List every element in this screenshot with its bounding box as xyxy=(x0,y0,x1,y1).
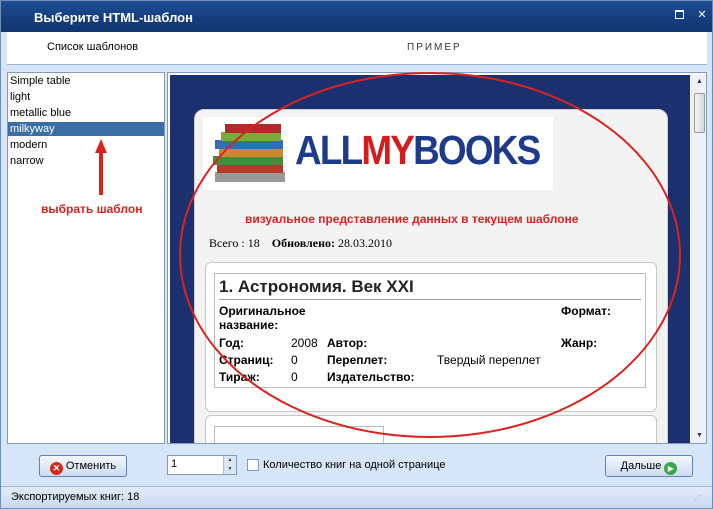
book-title: 1. Астрономия. Век XXI xyxy=(219,277,414,296)
pages-label: Страниц: xyxy=(219,353,274,367)
binding-label: Переплет: xyxy=(327,353,388,367)
genre-label: Жанр: xyxy=(561,336,598,350)
scroll-thumb[interactable] xyxy=(694,93,705,133)
spin-down-icon[interactable]: ▼ xyxy=(223,465,236,474)
maximize-icon xyxy=(674,10,684,19)
original-name-label: Оригинальное название: xyxy=(219,304,306,332)
cancel-icon: ✕ xyxy=(49,462,63,475)
resize-grip-icon[interactable]: ⋰ xyxy=(694,494,704,504)
template-dialog: Выберите HTML-шаблон ✕ Список шаблонов П… xyxy=(0,0,713,509)
total-label: Всего : xyxy=(209,236,245,250)
template-item-narrow[interactable]: narrow xyxy=(8,154,164,168)
scroll-down-icon[interactable]: ▼ xyxy=(692,429,706,443)
preview-card: ALLMYBOOKS визуальное представление данн… xyxy=(194,109,668,443)
updated-label: Обновлено: xyxy=(271,236,336,250)
template-item-simple-table[interactable]: Simple table xyxy=(8,74,164,88)
author-label: Автор: xyxy=(327,336,368,350)
binding-value: Твердый переплет xyxy=(437,353,541,367)
book-stats: Всего : 18 Обновлено: 28.03.2010 xyxy=(209,236,392,251)
status-bar: Экспортируемых книг: 18 ⋰ xyxy=(1,486,712,508)
pane-header: Список шаблонов ПРИМЕР xyxy=(7,32,707,65)
divider xyxy=(219,299,641,300)
allmybooks-logo: ALLMYBOOKS xyxy=(295,127,541,173)
total-value: 18 xyxy=(247,236,260,250)
publisher-label: Издательство: xyxy=(327,370,415,384)
preview-annotation: визуальное представление данных в текуще… xyxy=(245,212,579,226)
preview-scrollbar[interactable]: ▲ ▼ xyxy=(691,75,706,443)
logo-banner: ALLMYBOOKS xyxy=(203,117,553,190)
book-entry-card: 1. Астрономия. Век XXI Оригинальное назв… xyxy=(205,262,657,412)
book-entry: 1. Астрономия. Век XXI Оригинальное назв… xyxy=(214,273,646,388)
choose-template-annotation: выбрать шаблон xyxy=(41,202,143,216)
updated-value: 28.03.2010 xyxy=(338,236,393,250)
books-per-page-label: Количество книг на одной странице xyxy=(263,459,446,471)
close-button[interactable]: ✕ xyxy=(695,8,709,22)
title-bar: Выберите HTML-шаблон ✕ xyxy=(1,1,712,32)
year-label: Год: xyxy=(219,336,244,350)
books-per-page-input[interactable] xyxy=(171,458,221,470)
maximize-button[interactable] xyxy=(672,8,686,22)
template-item-modern[interactable]: modern xyxy=(8,138,164,152)
preview-page: ALLMYBOOKS визуальное представление данн… xyxy=(170,75,690,443)
template-list-title: Список шаблонов xyxy=(47,41,139,53)
scroll-up-icon[interactable]: ▲ xyxy=(692,75,706,89)
print-run-value: 0 xyxy=(291,370,298,384)
template-item-light[interactable]: light xyxy=(8,90,164,104)
format-label: Формат: xyxy=(561,304,612,318)
books-per-page-checkbox[interactable] xyxy=(247,459,259,471)
year-value: 2008 xyxy=(291,336,318,350)
template-preview: ALLMYBOOKS визуальное представление данн… xyxy=(167,72,707,444)
window-title: Выберите HTML-шаблон xyxy=(34,10,193,25)
arrow-up-icon xyxy=(95,139,107,195)
spin-up-icon[interactable]: ▲ xyxy=(223,456,236,465)
bottom-toolbar: ✕Отменить ▲ ▼ Количество книг на одной с… xyxy=(7,448,707,484)
cancel-button-label: Отменить xyxy=(65,460,117,472)
books-stack-icon xyxy=(213,124,285,182)
book-entry-card-next xyxy=(205,415,657,443)
preview-title: ПРИМЕР xyxy=(407,42,462,53)
template-item-milkyway[interactable]: milkyway xyxy=(8,122,164,136)
next-button-label: Дальше xyxy=(620,460,662,472)
pages-value: 0 xyxy=(291,353,298,367)
cancel-button[interactable]: ✕ Отменить xyxy=(39,455,127,477)
next-button[interactable]: Дальше ▶ xyxy=(605,455,693,477)
exported-count: Экспортируемых книг: 18 xyxy=(11,491,140,503)
close-icon: ✕ xyxy=(697,9,707,21)
book-entry-next xyxy=(214,426,384,443)
books-per-page-spinner[interactable]: ▲ ▼ xyxy=(167,455,237,475)
template-item-metallic-blue[interactable]: metallic blue xyxy=(8,106,164,120)
next-arrow-icon: ▶ xyxy=(664,462,678,475)
print-run-label: Тираж: xyxy=(219,370,260,384)
template-list[interactable]: Simple table light metallic blue milkywa… xyxy=(7,72,165,444)
